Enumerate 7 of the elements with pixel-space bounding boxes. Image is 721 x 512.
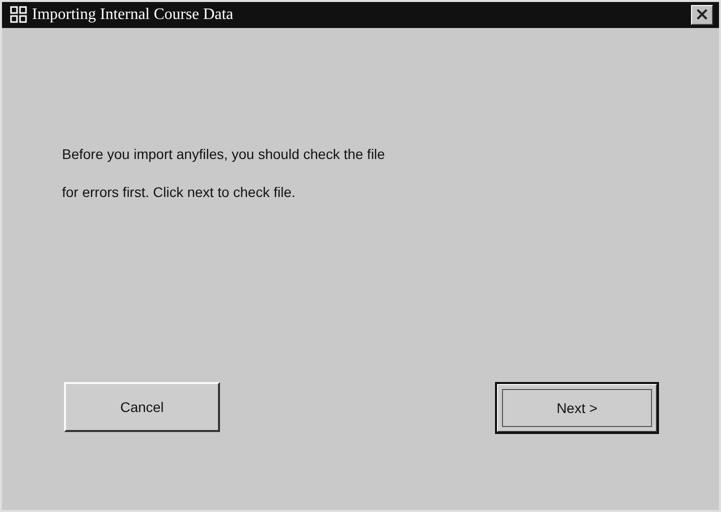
app-icon xyxy=(10,6,28,24)
close-button[interactable]: × xyxy=(691,5,713,25)
message-text: for errors first. Click next to check file. xyxy=(62,184,296,200)
next-button[interactable]: Next > xyxy=(495,382,659,434)
message-text: Before you import anyfiles, you should check the file xyxy=(62,146,386,162)
window-title: Importing Internal Course Data xyxy=(32,6,234,24)
cancel-button[interactable]: Cancel xyxy=(64,382,220,432)
